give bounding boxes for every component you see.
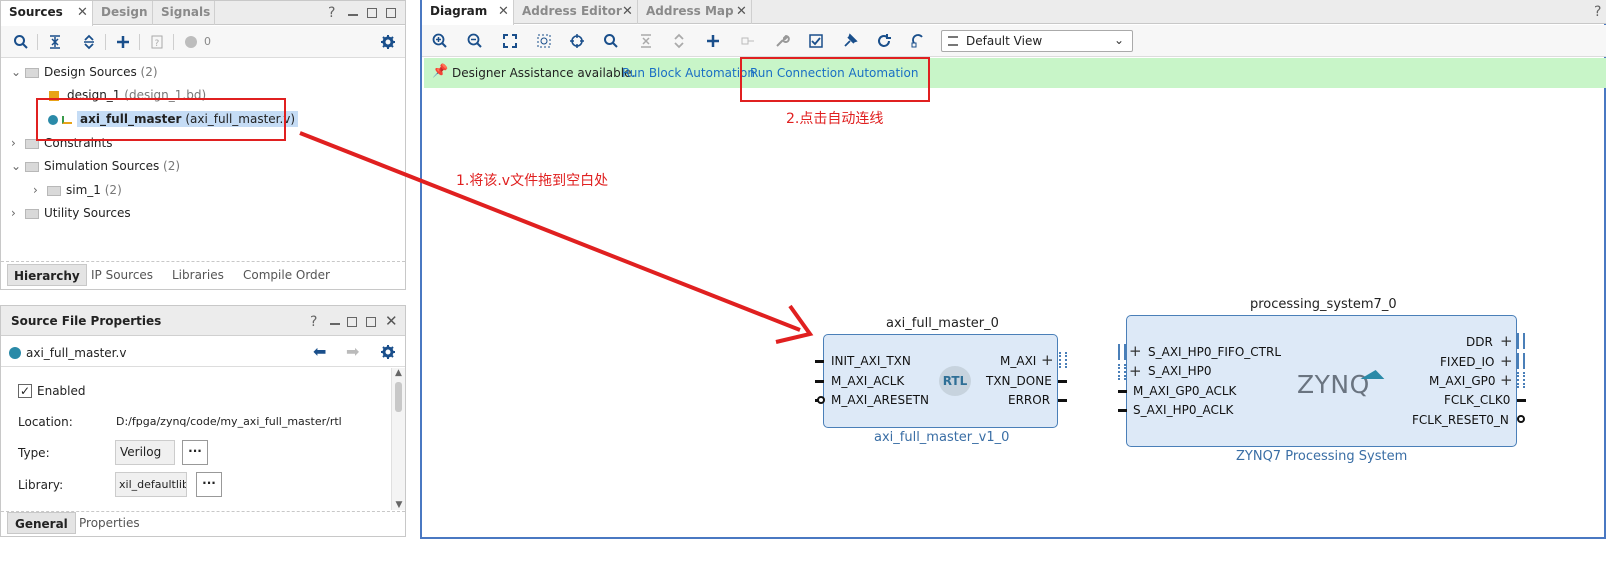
zynq-logo-swoosh (1360, 370, 1388, 379)
zynq-port-fclk-clk0[interactable]: FCLK_CLK0 (1444, 393, 1510, 407)
axi-port-m-axi[interactable]: M_AXI (1000, 354, 1036, 368)
zynq-logo-text: ZYNQ (1297, 370, 1370, 399)
axi-block-instance-name: axi_full_master_0 (886, 316, 999, 331)
annotation-arrow (299, 131, 814, 344)
inverted-port-icon (1517, 415, 1525, 423)
zynq-block-instance-name: processing_system7_0 (1250, 297, 1397, 312)
rtl-badge-label: RTL (942, 374, 968, 388)
port-stub (1058, 399, 1067, 402)
bus-interface-icon (1118, 364, 1126, 380)
expand-port-icon[interactable]: + (1129, 342, 1142, 360)
axi-port-error[interactable]: ERROR (1008, 393, 1050, 407)
bus-interface-icon (1517, 372, 1525, 388)
port-stub (1118, 409, 1127, 412)
zynq-port-fixed-io[interactable]: FIXED_IO (1440, 355, 1494, 369)
zynq-port-ddr[interactable]: DDR (1466, 335, 1493, 349)
zynq-port-s-axi-hp0-aclk[interactable]: S_AXI_HP0_ACLK (1133, 403, 1233, 417)
port-stub (1058, 380, 1067, 383)
bus-interface-icon (1118, 344, 1126, 360)
port-stub (1118, 390, 1127, 393)
inverted-port-icon (817, 396, 825, 404)
port-stub (1517, 399, 1526, 402)
rtl-badge: RTL (939, 366, 971, 396)
expand-port-icon[interactable]: + (1500, 371, 1513, 389)
axi-port-m-axi-aresetn[interactable]: M_AXI_ARESETN (831, 393, 929, 407)
expand-port-icon[interactable]: + (1129, 362, 1142, 380)
bus-interface-icon (1517, 353, 1525, 369)
axi-port-txn-done[interactable]: TXN_DONE (986, 374, 1052, 388)
port-stub (815, 380, 824, 383)
zynq-port-s-axi-hp0-fifo-ctrl[interactable]: S_AXI_HP0_FIFO_CTRL (1148, 345, 1281, 359)
expand-port-icon[interactable]: + (1500, 332, 1513, 350)
zynq-port-fclk-reset0-n[interactable]: FCLK_RESET0_N (1412, 413, 1509, 427)
zynq-port-s-axi-hp0[interactable]: S_AXI_HP0 (1148, 364, 1211, 378)
zynq-block-ip-name: ZYNQ7 Processing System (1236, 449, 1408, 464)
axi-port-init-axi-txn[interactable]: INIT_AXI_TXN (831, 354, 911, 368)
bus-interface-icon (1517, 333, 1525, 349)
bus-interface-icon (1059, 352, 1067, 368)
axi-port-m-axi-aclk[interactable]: M_AXI_ACLK (831, 374, 904, 388)
expand-port-icon[interactable]: + (1500, 352, 1513, 370)
port-stub (815, 360, 824, 363)
expand-port-icon[interactable]: + (1041, 351, 1054, 369)
zynq-port-m-axi-gp0[interactable]: M_AXI_GP0 (1429, 374, 1496, 388)
zynq-port-m-axi-gp0-aclk[interactable]: M_AXI_GP0_ACLK (1133, 384, 1236, 398)
zynq-logo: ZYNQ (1297, 370, 1370, 399)
axi-block-ip-name: axi_full_master_v1_0 (874, 430, 1010, 445)
